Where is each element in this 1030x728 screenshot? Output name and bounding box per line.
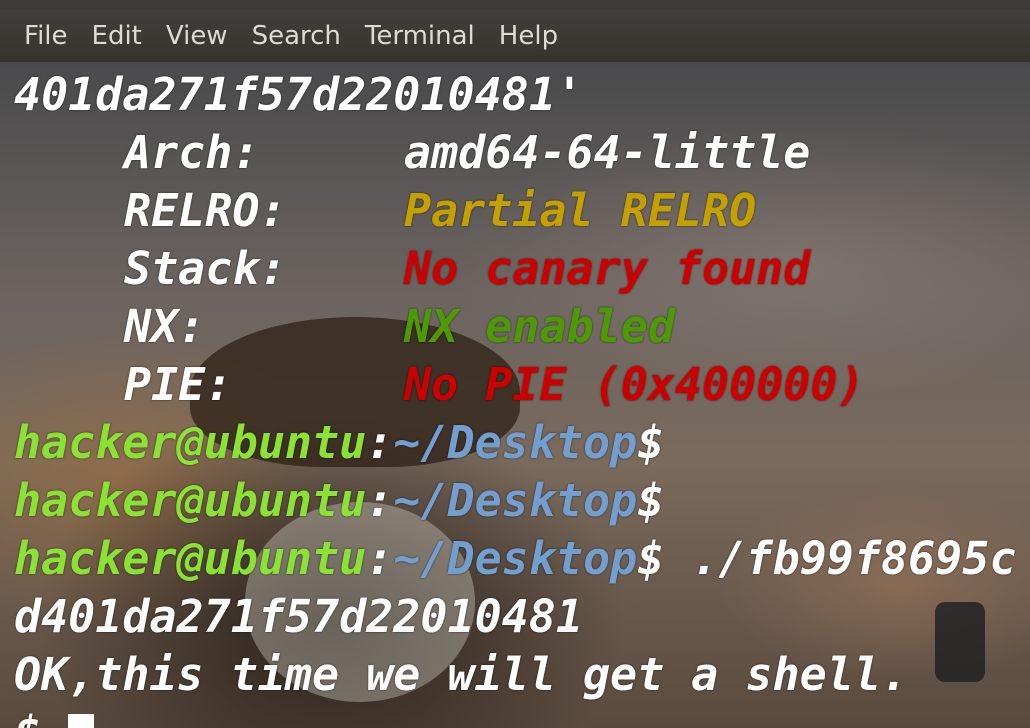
checksec-label: Stack: [124,242,287,295]
prompt-line-command: hacker@ubuntu:~/Desktop$ ./fb99f8695c [14,530,1030,588]
command-text: ./fb99f8695c [664,532,1017,585]
checksec-relro: RELRO: Partial RELRO [14,182,1030,240]
prompt-symbol: $ [637,474,665,527]
prompt-path: ~/Desktop [393,532,638,585]
checksec-nx: NX: NX enabled [14,298,1030,356]
terminal-area[interactable]: 401da271f57d22010481' Arch: amd64-64-litt… [0,62,1030,728]
prompt-line: hacker@ubuntu:~/Desktop$ [14,414,1030,472]
checksec-value: amd64-64-little [404,126,811,179]
shell-prompt: $ [14,706,68,728]
title-bar[interactable] [0,0,1030,10]
shell-prompt-line: $ [14,704,1030,728]
prompt-separator: : [366,474,394,527]
prompt-path: ~/Desktop [393,474,638,527]
output-message: OK,this time we will get a shell. [14,648,909,701]
checksec-pie: PIE: No PIE (0x400000) [14,356,1030,414]
menu-search[interactable]: Search [240,21,353,51]
prompt-symbol: $ [637,416,665,469]
prompt-separator: : [366,532,394,585]
checksec-value: No canary found [404,242,811,295]
prompt-line: hacker@ubuntu:~/Desktop$ [14,472,1030,530]
checksec-label: Arch: [124,126,260,179]
terminal-window: File Edit View Search Terminal Help 401d… [0,0,1030,728]
menu-terminal[interactable]: Terminal [353,21,487,51]
checksec-label: PIE: [124,358,233,411]
prompt-user: hacker@ubuntu [14,474,367,527]
prompt-path: ~/Desktop [393,416,638,469]
checksec-label: RELRO: [124,184,287,237]
prompt-symbol: $ [637,532,665,585]
output-line: 401da271f57d22010481' [14,68,583,121]
checksec-value: No PIE (0x400000) [404,358,865,411]
menu-file[interactable]: File [12,21,80,51]
text-cursor[interactable] [68,714,95,728]
menu-view[interactable]: View [154,21,240,51]
checksec-value: Partial RELRO [404,184,757,237]
menu-help[interactable]: Help [487,21,570,51]
prompt-user: hacker@ubuntu [14,532,367,585]
menu-edit[interactable]: Edit [80,21,154,51]
prompt-user: hacker@ubuntu [14,416,367,469]
checksec-label: NX: [124,300,206,353]
checksec-stack: Stack: No canary found [14,240,1030,298]
menu-bar: File Edit View Search Terminal Help [0,10,1030,62]
checksec-value: NX enabled [404,300,675,353]
output-hash: d401da271f57d22010481 [14,590,583,643]
checksec-arch: Arch: amd64-64-little [14,124,1030,182]
terminal-output: 401da271f57d22010481' Arch: amd64-64-litt… [14,66,1030,728]
prompt-separator: : [366,416,394,469]
